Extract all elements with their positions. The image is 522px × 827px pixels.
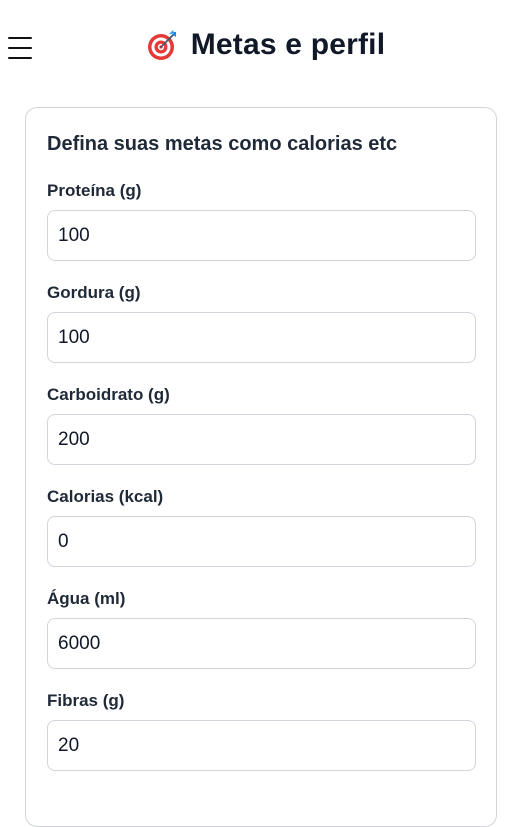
top-bar: Metas e perfil bbox=[0, 0, 522, 96]
fiber-label: Fibras (g) bbox=[47, 691, 125, 710]
water-input[interactable] bbox=[47, 618, 476, 669]
card-heading: Defina suas metas como calorias etc bbox=[47, 133, 398, 155]
target-dart-icon bbox=[147, 30, 176, 60]
water-label: Água (ml) bbox=[47, 589, 126, 608]
protein-input[interactable] bbox=[47, 210, 476, 261]
carb-label: Carboidrato (g) bbox=[47, 385, 170, 404]
calories-label: Calorias (kcal) bbox=[47, 487, 164, 506]
fat-field-group: Gordura (g) bbox=[47, 282, 476, 363]
calories-input[interactable] bbox=[47, 516, 476, 567]
page-title: Metas e perfil bbox=[190, 28, 386, 61]
title-wrap: Metas e perfil bbox=[0, 28, 522, 62]
fiber-input[interactable] bbox=[47, 720, 476, 771]
calories-field-group: Calorias (kcal) bbox=[47, 486, 476, 567]
carb-input[interactable] bbox=[47, 414, 476, 465]
fiber-field-group: Fibras (g) bbox=[47, 690, 476, 771]
protein-field-group: Proteína (g) bbox=[47, 180, 476, 261]
goals-card: Defina suas metas como calorias etc Prot… bbox=[25, 107, 497, 827]
fat-label: Gordura (g) bbox=[47, 283, 141, 302]
carb-field-group: Carboidrato (g) bbox=[47, 384, 476, 465]
protein-label: Proteína (g) bbox=[47, 181, 142, 200]
water-field-group: Água (ml) bbox=[47, 588, 476, 669]
fat-input[interactable] bbox=[47, 312, 476, 363]
